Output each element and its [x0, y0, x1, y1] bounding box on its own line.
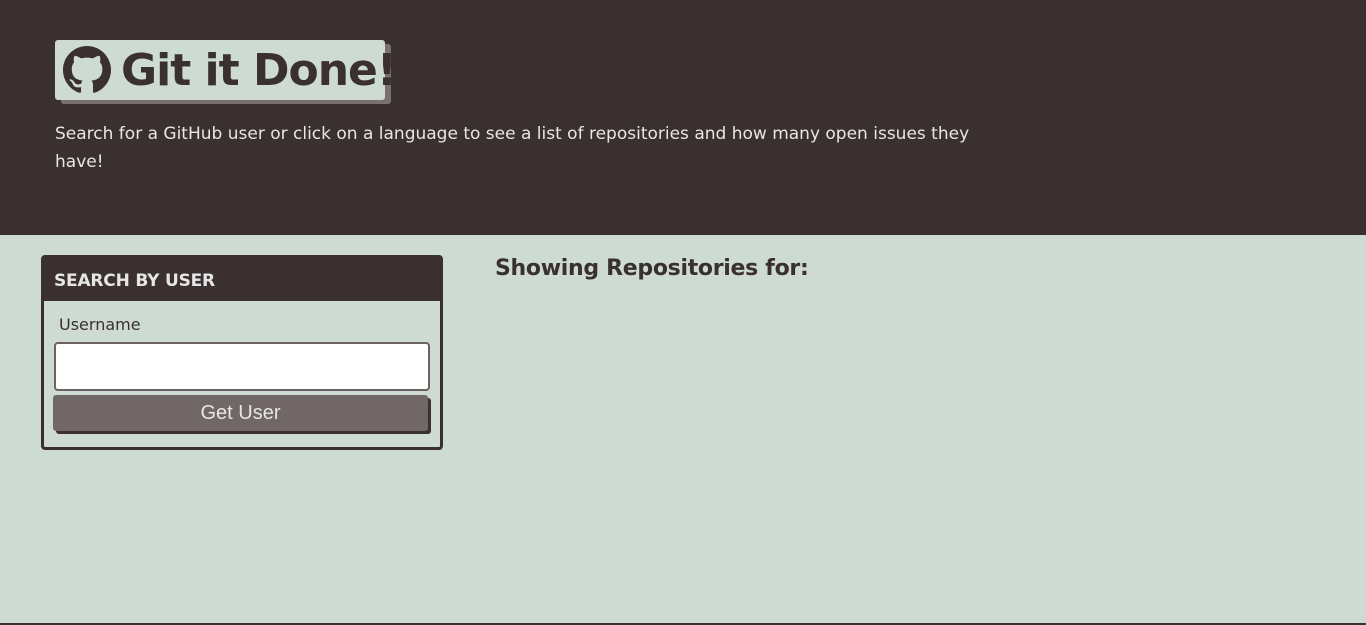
github-icon [63, 46, 111, 94]
brand-badge: Git it Done! [55, 40, 397, 100]
get-user-button[interactable]: Get User [53, 395, 428, 431]
app-root: Git it Done! Search for a GitHub user or… [0, 0, 1366, 625]
username-input[interactable] [54, 342, 430, 391]
search-by-user-panel: SEARCH BY USER Username Get User [41, 255, 443, 450]
page-subtitle: Search for a GitHub user or click on a l… [55, 124, 970, 172]
repo-search-heading: Showing Repositories for: [495, 256, 809, 281]
username-label: Username [59, 315, 141, 334]
page-header: Git it Done! Search for a GitHub user or… [0, 0, 1366, 235]
page-title: Git it Done! [121, 44, 397, 96]
repo-heading-label: Showing Repositories for: [495, 256, 809, 281]
panel-heading: SEARCH BY USER [44, 258, 440, 301]
